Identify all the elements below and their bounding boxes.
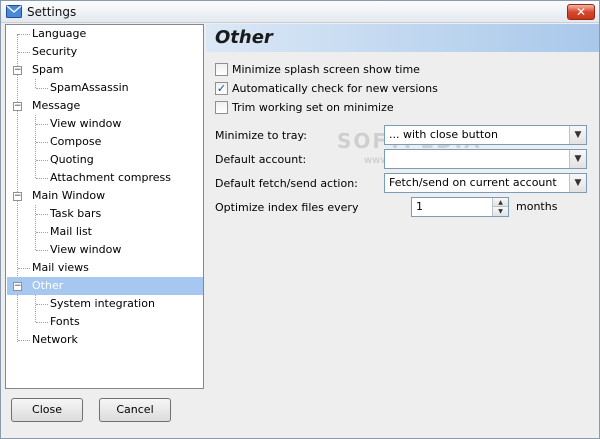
checkbox-label: Automatically check for new versions	[232, 82, 438, 95]
checkbox-box[interactable]	[215, 63, 228, 76]
tree-line	[17, 34, 18, 342]
checkbox-box[interactable]	[215, 101, 228, 114]
check-icon: ✓	[216, 82, 227, 95]
tree-line	[35, 295, 36, 322]
tree-line	[18, 340, 30, 341]
spinner-buttons: ▲ ▼	[492, 198, 508, 216]
spinner-value[interactable]: 1	[416, 200, 423, 213]
tree-item-security[interactable]: Security	[30, 43, 79, 61]
expander-message[interactable]: −	[13, 102, 22, 111]
tree-item-mail-list[interactable]: Mail list	[48, 223, 94, 241]
tree-line	[36, 232, 48, 233]
minus-icon: −	[14, 191, 22, 201]
tree-line	[36, 160, 48, 161]
chevron-down-icon[interactable]: ▼	[569, 126, 586, 144]
default-fetch-label: Default fetch/send action:	[215, 177, 358, 190]
tree-line	[36, 304, 48, 305]
close-window-button[interactable]: ✕	[567, 4, 595, 20]
tree-line	[35, 79, 36, 88]
optimize-interval-spinner[interactable]: 1 ▲ ▼	[411, 197, 509, 217]
tree-item-message[interactable]: Message	[30, 97, 82, 115]
tree-item-quoting[interactable]: Quoting	[48, 151, 96, 169]
tree-line	[36, 250, 48, 251]
tree-line	[35, 205, 36, 250]
tree-line	[18, 52, 30, 53]
tree-item-language[interactable]: Language	[30, 25, 88, 43]
optimize-label: Optimize index files every	[215, 201, 359, 214]
tree-item-main-view-window[interactable]: View window	[48, 241, 123, 259]
tree-line	[18, 34, 30, 35]
settings-window: Settings ✕ − − − − Language Security	[0, 0, 600, 439]
checkbox-box[interactable]: ✓	[215, 82, 228, 95]
tree-line	[36, 124, 48, 125]
tree-item-spamassassin[interactable]: SpamAssassin	[48, 79, 131, 97]
expander-main-window[interactable]: −	[13, 192, 22, 201]
checkbox-label: Trim working set on minimize	[232, 101, 394, 114]
optimize-unit: months	[516, 200, 558, 213]
tree-item-compose[interactable]: Compose	[48, 133, 103, 151]
select-value: ... with close button	[389, 128, 498, 141]
checkbox-label: Minimize splash screen show time	[232, 63, 420, 76]
spin-down-icon[interactable]: ▼	[493, 207, 508, 216]
tree-line	[36, 88, 48, 89]
default-account-label: Default account:	[215, 153, 307, 166]
cancel-button[interactable]: Cancel	[99, 398, 171, 422]
expander-other-overlay[interactable]: −	[13, 282, 22, 291]
minus-icon: −	[14, 65, 22, 75]
minimize-to-tray-label: Minimize to tray:	[215, 129, 307, 142]
tree-item-fonts[interactable]: Fonts	[48, 313, 82, 331]
tree-item-other[interactable]: Other	[7, 277, 203, 295]
minimize-to-tray-select[interactable]: ... with close button ▼	[384, 125, 587, 145]
tree-item-attachment-compress[interactable]: Attachment compress	[48, 169, 173, 187]
panel-title: Other	[215, 27, 273, 48]
chevron-down-icon[interactable]: ▼	[569, 150, 586, 168]
window-title: Settings	[27, 5, 77, 19]
minus-icon: −	[14, 281, 22, 291]
select-value: Fetch/send on current account	[389, 176, 557, 189]
close-x-icon: ✕	[575, 5, 587, 19]
title-bar[interactable]: Settings ✕	[1, 1, 599, 23]
default-fetch-select[interactable]: Fetch/send on current account ▼	[384, 173, 587, 193]
tree-line	[36, 322, 48, 323]
tree-item-system-integration[interactable]: System integration	[48, 295, 157, 313]
tree-line	[36, 142, 48, 143]
tree-item-task-bars[interactable]: Task bars	[48, 205, 103, 223]
tree-line	[36, 178, 48, 179]
spin-up-icon[interactable]: ▲	[493, 198, 508, 207]
envelope-icon	[6, 5, 22, 18]
tree-item-message-view-window[interactable]: View window	[48, 115, 123, 133]
chevron-down-icon[interactable]: ▼	[569, 174, 586, 192]
panel-header: Other	[206, 24, 599, 52]
tree-line	[18, 268, 30, 269]
default-account-select[interactable]: ▼	[384, 149, 587, 169]
tree-item-network[interactable]: Network	[30, 331, 80, 349]
expander-spam[interactable]: −	[13, 66, 22, 75]
tree-line	[36, 214, 48, 215]
minus-icon: −	[14, 101, 22, 111]
tree-item-spam[interactable]: Spam	[30, 61, 65, 79]
tree-item-main-window[interactable]: Main Window	[30, 187, 107, 205]
close-button[interactable]: Close	[11, 398, 83, 422]
tree-item-mail-views[interactable]: Mail views	[30, 259, 91, 277]
settings-tree[interactable]: − − − − Language Security Spam SpamAssas…	[5, 24, 204, 389]
